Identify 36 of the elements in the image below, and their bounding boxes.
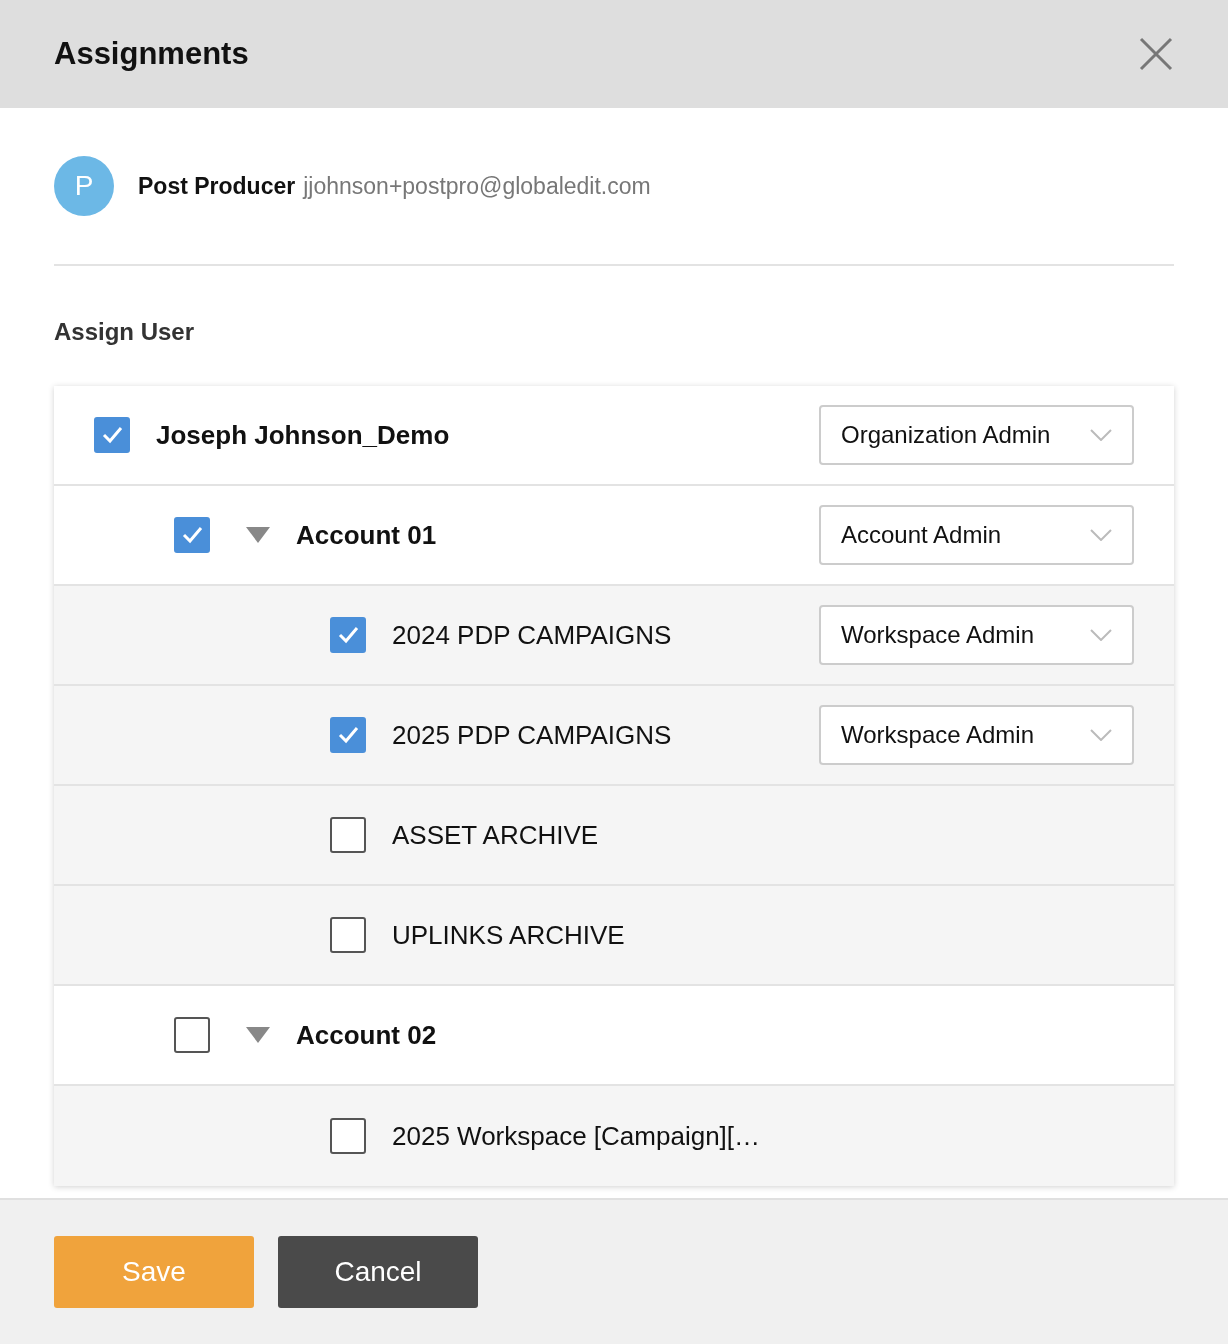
chevron-down-icon (1090, 529, 1112, 541)
role-select[interactable]: Organization Admin (819, 405, 1134, 465)
checkbox[interactable] (330, 617, 366, 653)
checkbox[interactable] (94, 417, 130, 453)
checkbox[interactable] (330, 817, 366, 853)
item-label: Joseph Johnson_Demo (156, 418, 450, 452)
checkbox[interactable] (174, 517, 210, 553)
triangle-down-icon (246, 1027, 270, 1043)
cancel-button[interactable]: Cancel (278, 1236, 478, 1308)
role-select[interactable]: Workspace Admin (819, 705, 1134, 765)
role-select[interactable]: Workspace Admin (819, 605, 1134, 665)
item-label: 2025 Workspace [Campaign][… (392, 1119, 761, 1153)
close-button[interactable] (1138, 36, 1174, 72)
item-label: 2025 PDP CAMPAIGNS (392, 718, 672, 752)
chevron-down-icon (1090, 729, 1112, 741)
item-label: Account 02 (296, 1018, 437, 1052)
expand-toggle[interactable] (246, 527, 270, 543)
checkbox[interactable] (330, 717, 366, 753)
checkbox[interactable] (174, 1017, 210, 1053)
user-email: jjohnson+postpro@globaledit.com (303, 171, 651, 201)
chevron-down-icon (1090, 429, 1112, 441)
checkbox[interactable] (330, 1118, 366, 1154)
item-label: 2024 PDP CAMPAIGNS (392, 618, 672, 652)
item-label: ASSET ARCHIVE (392, 818, 599, 852)
user-avatar: P (54, 156, 114, 216)
close-icon (1138, 36, 1174, 72)
dialog-title: Assignments (54, 35, 249, 73)
checkbox[interactable] (330, 917, 366, 953)
chevron-down-icon (1090, 629, 1112, 641)
section-title: Assign User (54, 317, 196, 347)
role-select[interactable]: Account Admin (819, 505, 1134, 565)
item-label: UPLINKS ARCHIVE (392, 918, 625, 952)
item-label: Account 01 (296, 518, 437, 552)
expand-toggle[interactable] (246, 1027, 270, 1043)
user-name: Post Producer (138, 171, 296, 201)
triangle-down-icon (246, 527, 270, 543)
